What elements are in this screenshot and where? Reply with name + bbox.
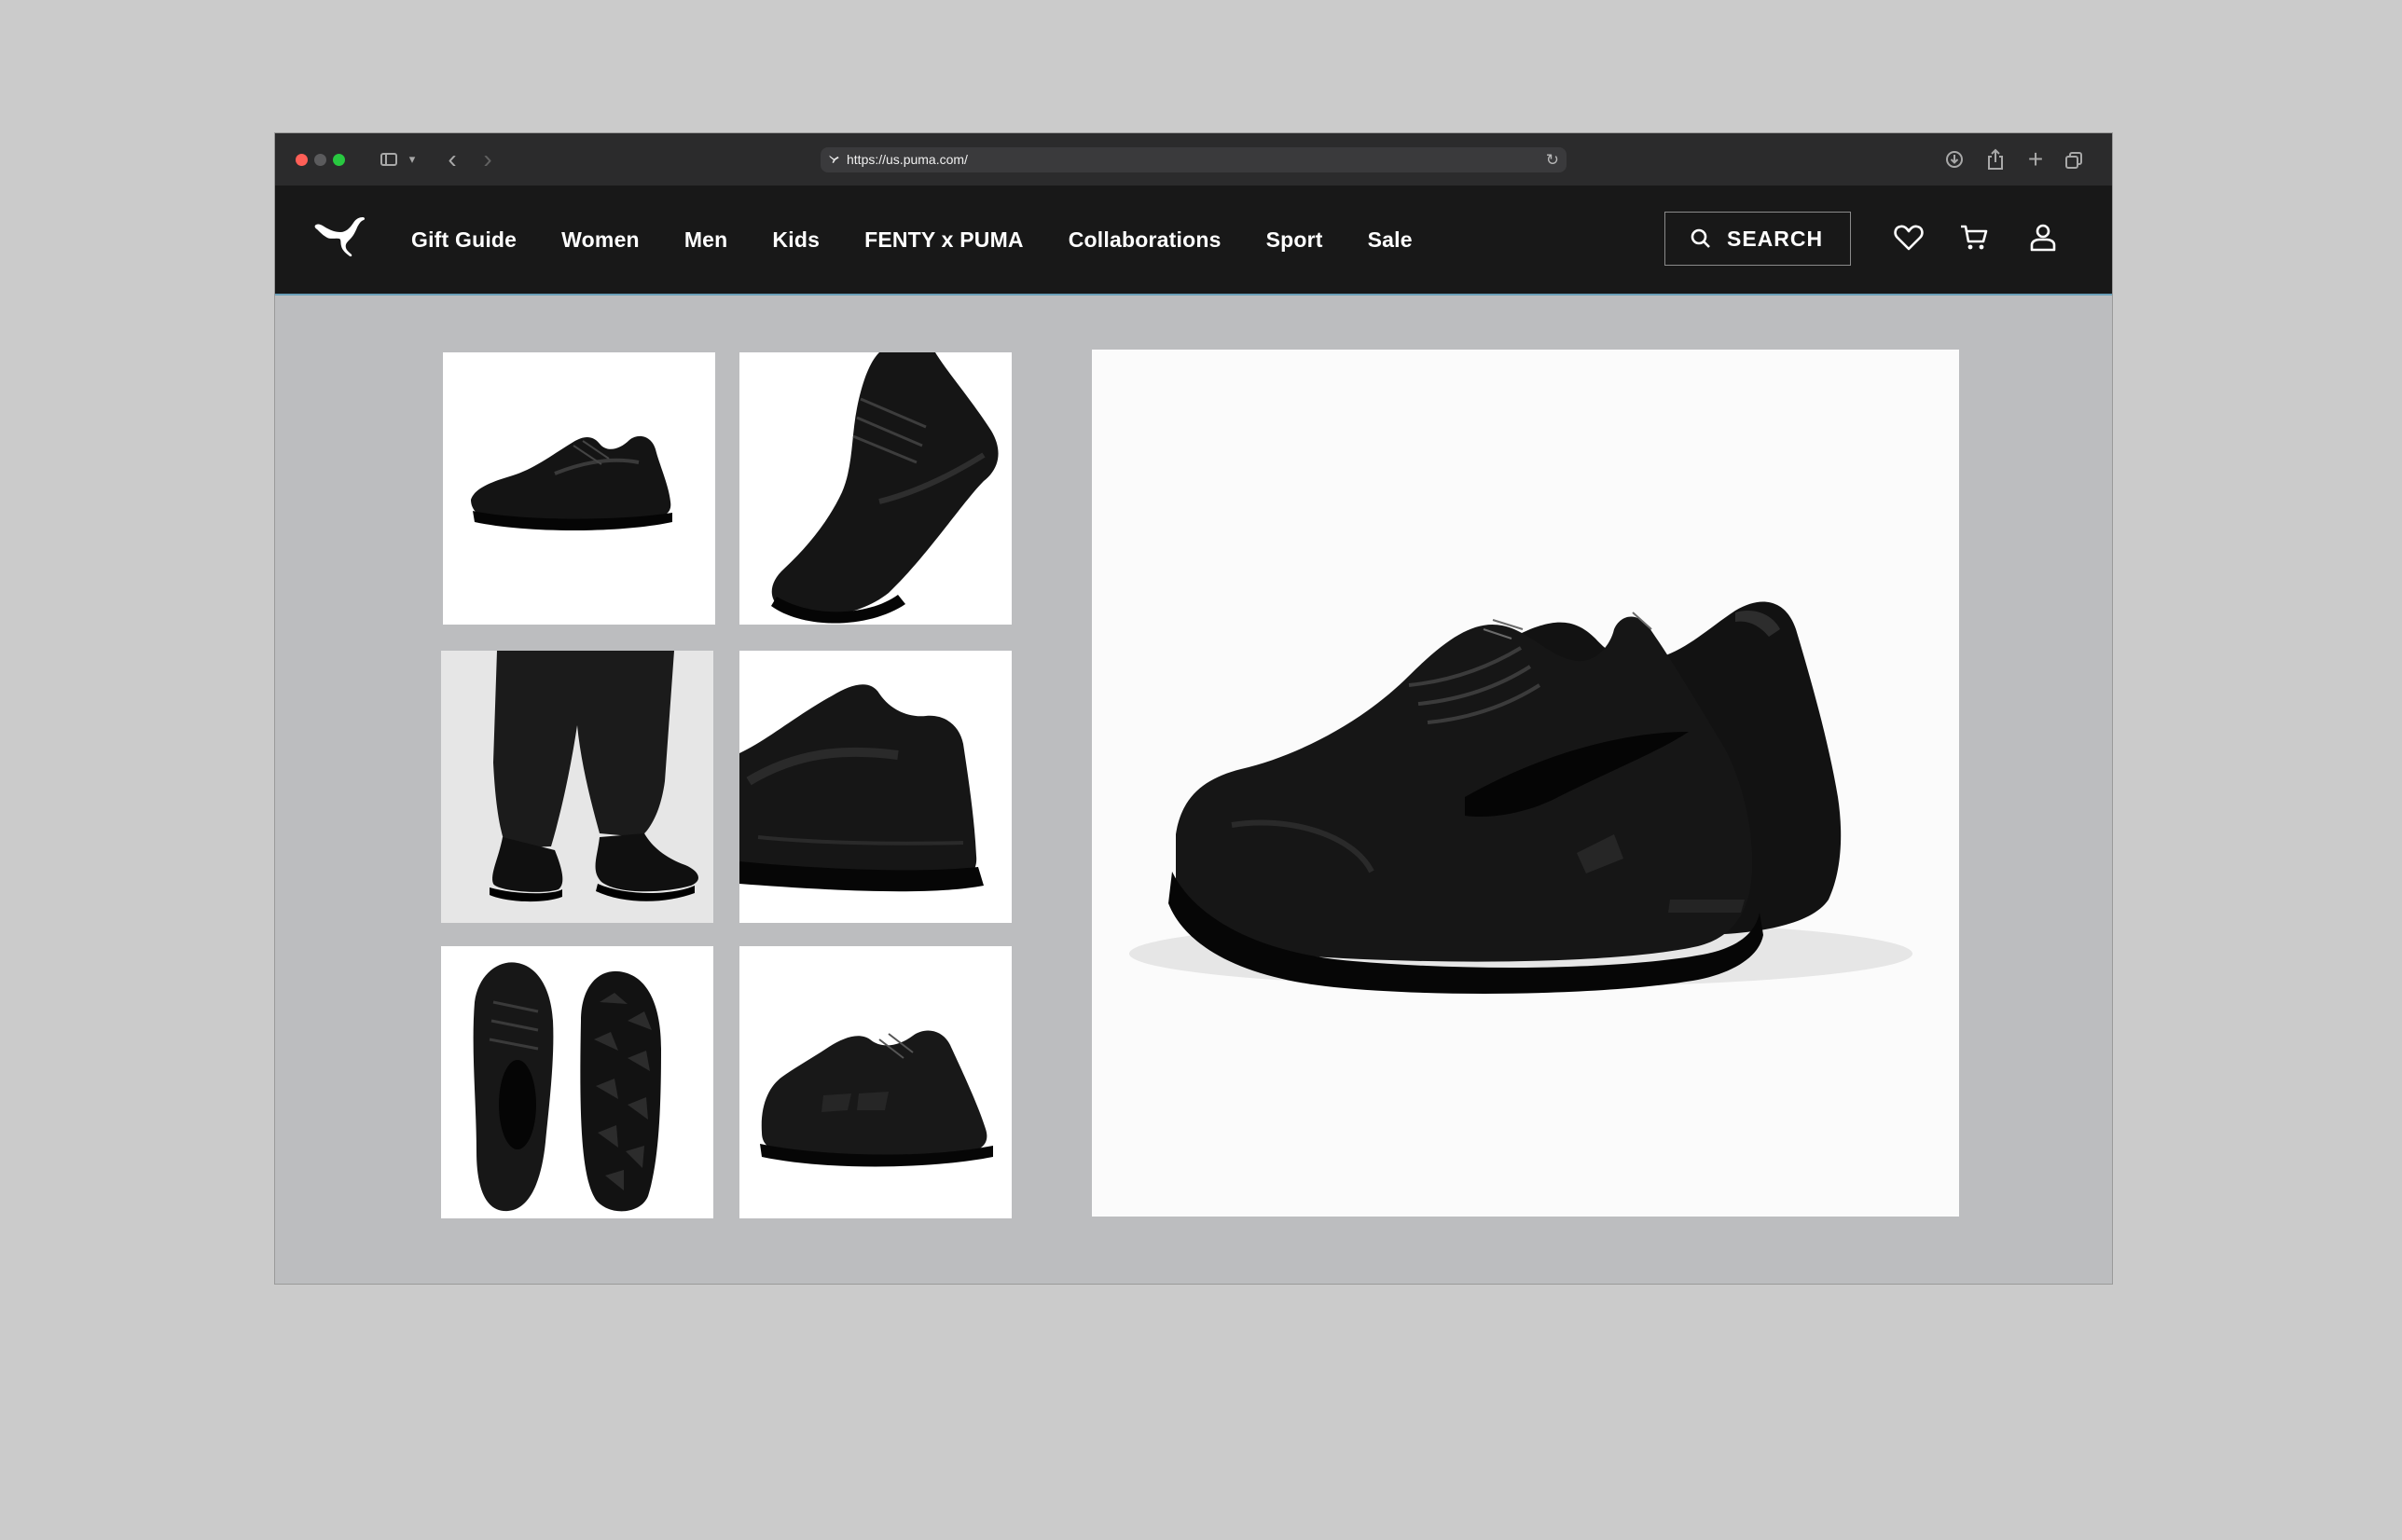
new-tab-icon[interactable]: +	[2024, 146, 2047, 172]
maximize-window-button[interactable]	[333, 154, 345, 166]
product-thumbnail-6[interactable]	[739, 946, 1012, 1218]
back-arrow-icon[interactable]: ‹	[443, 146, 462, 172]
puma-favicon-icon	[828, 153, 842, 167]
url-text[interactable]: https://us.puma.com/	[847, 147, 968, 172]
browser-window: ▾ ‹ › https://us.puma.com/ ↻ + Gift Guid…	[275, 133, 2112, 1284]
nav-link-kids[interactable]: Kids	[772, 227, 820, 253]
browser-toolbar: ▾ ‹ › https://us.puma.com/ ↻ +	[275, 133, 2112, 186]
chevron-down-icon[interactable]: ▾	[406, 146, 419, 172]
product-main-image[interactable]	[1092, 350, 1959, 1217]
sidebar-toggle-icon[interactable]	[378, 146, 402, 172]
nav-link-gift-guide[interactable]: Gift Guide	[411, 227, 517, 253]
product-thumbnail-4[interactable]	[739, 651, 1012, 923]
nav-link-men[interactable]: Men	[684, 227, 728, 253]
shoe-side-view-alt-icon	[760, 1030, 993, 1167]
product-thumbnail-5[interactable]	[441, 946, 713, 1218]
minimize-window-button[interactable]	[314, 154, 326, 166]
puma-logo-icon[interactable]	[314, 215, 366, 258]
site-header: Gift Guide Women Men Kids FENTY x PUMA C…	[275, 186, 2112, 296]
reload-icon[interactable]: ↻	[1546, 147, 1559, 172]
shoe-top-and-sole-view-icon	[473, 962, 661, 1212]
shoe-angled-view-icon	[771, 352, 999, 624]
product-thumbnail-2[interactable]	[739, 352, 1012, 625]
shoe-pair-main-icon	[1129, 601, 1912, 994]
search-button-label: SEARCH	[1727, 226, 1824, 251]
nav-link-fenty-x-puma[interactable]: FENTY x PUMA	[864, 227, 1024, 253]
nav-link-sport[interactable]: Sport	[1266, 227, 1323, 253]
nav-link-collaborations[interactable]: Collaborations	[1069, 227, 1222, 253]
cart-icon[interactable]	[1957, 221, 1991, 254]
shoe-on-model-view-icon	[490, 651, 698, 902]
shoe-side-view-icon	[471, 435, 672, 530]
download-icon[interactable]	[1944, 146, 1967, 172]
product-thumbnail-3[interactable]	[441, 651, 713, 923]
shoe-heel-view-icon	[739, 684, 984, 892]
nav-link-women[interactable]: Women	[561, 227, 640, 253]
wishlist-heart-icon[interactable]	[1892, 221, 1926, 254]
forward-arrow-icon[interactable]: ›	[478, 146, 497, 172]
search-button[interactable]: SEARCH	[1664, 212, 1851, 266]
product-thumbnail-1[interactable]	[443, 352, 715, 625]
address-bar[interactable]: https://us.puma.com/ ↻	[821, 147, 1567, 172]
close-window-button[interactable]	[296, 154, 308, 166]
main-nav: Gift Guide Women Men Kids FENTY x PUMA C…	[411, 186, 1457, 294]
account-user-icon[interactable]	[2026, 221, 2060, 254]
share-icon[interactable]	[1984, 146, 2007, 172]
tab-overview-icon[interactable]	[2064, 146, 2086, 172]
search-icon	[1691, 228, 1710, 248]
nav-link-sale[interactable]: Sale	[1368, 227, 1413, 253]
